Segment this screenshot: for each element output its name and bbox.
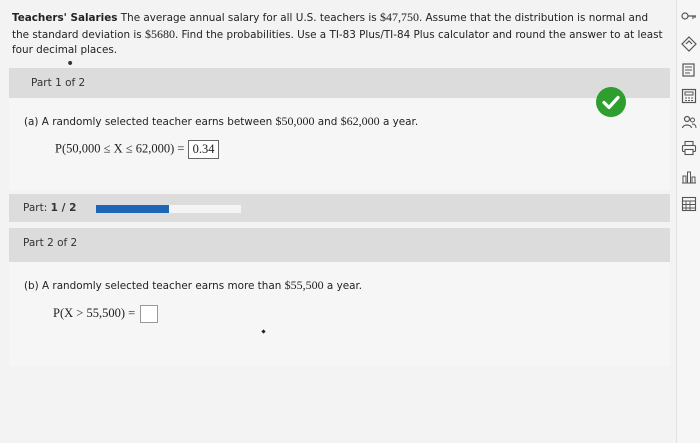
progress-track bbox=[95, 204, 242, 214]
table-icon[interactable] bbox=[681, 196, 697, 212]
part1-answer-field[interactable]: 0.34 bbox=[187, 140, 220, 159]
part1-header: Part 1 of 2 bbox=[9, 68, 670, 98]
eraser-icon[interactable] bbox=[681, 36, 697, 52]
part2-answer-field[interactable] bbox=[140, 305, 159, 323]
part2-header: Part 2 of 2 bbox=[9, 228, 670, 262]
people-icon[interactable] bbox=[681, 114, 697, 130]
part1-expression: P(50,000 ≤ X ≤ 62,000) = 0.34 bbox=[55, 140, 220, 159]
problem-title: Teachers' Salaries bbox=[12, 12, 118, 24]
progress-fill bbox=[96, 205, 169, 213]
main-content: Teachers' Salaries The average annual sa… bbox=[0, 0, 676, 443]
part2-question: (b) A randomly selected teacher earns mo… bbox=[24, 278, 363, 292]
chart-icon[interactable] bbox=[681, 168, 697, 184]
part2-expression: P(X > 55,500) = bbox=[53, 305, 159, 323]
progress-value: 1 / 2 bbox=[50, 202, 77, 214]
part1-question: (a) A randomly selected teacher earns be… bbox=[24, 114, 419, 128]
problem-statement: Teachers' Salaries The average annual sa… bbox=[12, 10, 663, 56]
correct-check-icon bbox=[596, 87, 626, 117]
tools-sidebar bbox=[676, 0, 700, 443]
calculator-icon[interactable] bbox=[681, 88, 697, 104]
book-icon[interactable] bbox=[681, 62, 697, 78]
key-icon[interactable] bbox=[681, 8, 697, 24]
print-icon[interactable] bbox=[681, 140, 697, 156]
progress-label: Part: bbox=[23, 202, 48, 214]
